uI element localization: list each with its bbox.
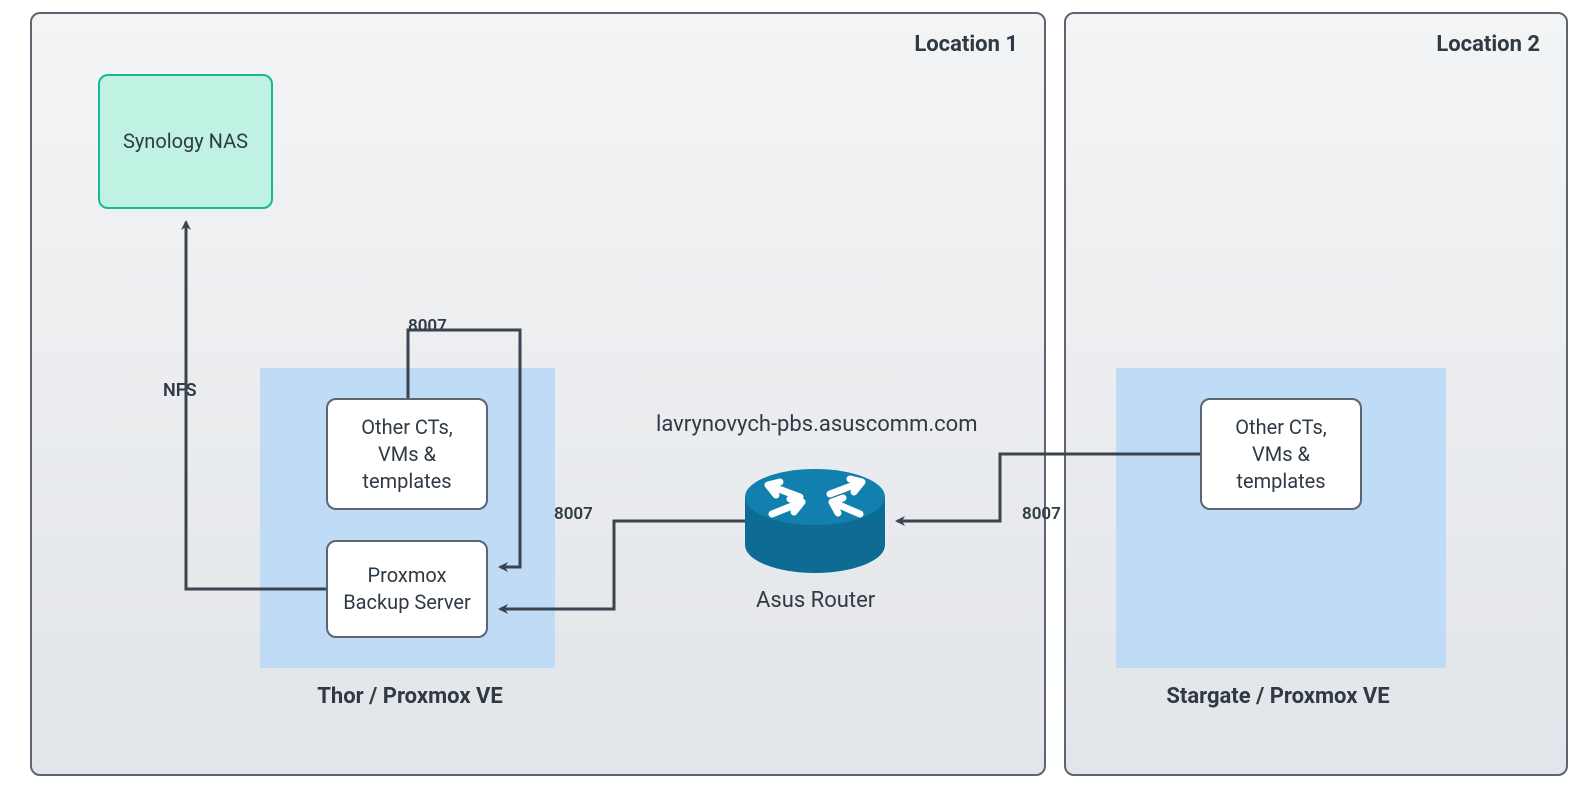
node-synology-nas-label: Synology NAS [123, 128, 248, 155]
edge-port-router-label: 8007 [554, 504, 593, 524]
edge-port-remote-label: 8007 [1022, 504, 1061, 524]
node-synology-nas: Synology NAS [98, 74, 273, 209]
node-thor-cts-label: Other CTs, VMs & templates [361, 414, 452, 495]
edge-port-self-label: 8007 [408, 316, 447, 336]
region-location-2-title: Location 2 [1436, 32, 1540, 57]
router-domain-label: lavrynovych-pbs.asuscomm.com [656, 412, 978, 437]
node-pbs-label: Proxmox Backup Server [343, 562, 471, 616]
node-stargate-cts: Other CTs, VMs & templates [1200, 398, 1362, 510]
node-thor-cts: Other CTs, VMs & templates [326, 398, 488, 510]
diagram-canvas: Location 1 Location 2 Synology NAS Thor … [0, 0, 1594, 788]
host-stargate-label: Stargate / Proxmox VE [1128, 684, 1428, 709]
region-location-1-title: Location 1 [914, 32, 1018, 57]
node-pbs: Proxmox Backup Server [326, 540, 488, 638]
host-thor-label: Thor / Proxmox VE [260, 684, 560, 709]
router-name-label: Asus Router [756, 588, 875, 613]
edge-nfs-label: NFS [163, 380, 197, 401]
node-stargate-cts-label: Other CTs, VMs & templates [1235, 414, 1326, 495]
